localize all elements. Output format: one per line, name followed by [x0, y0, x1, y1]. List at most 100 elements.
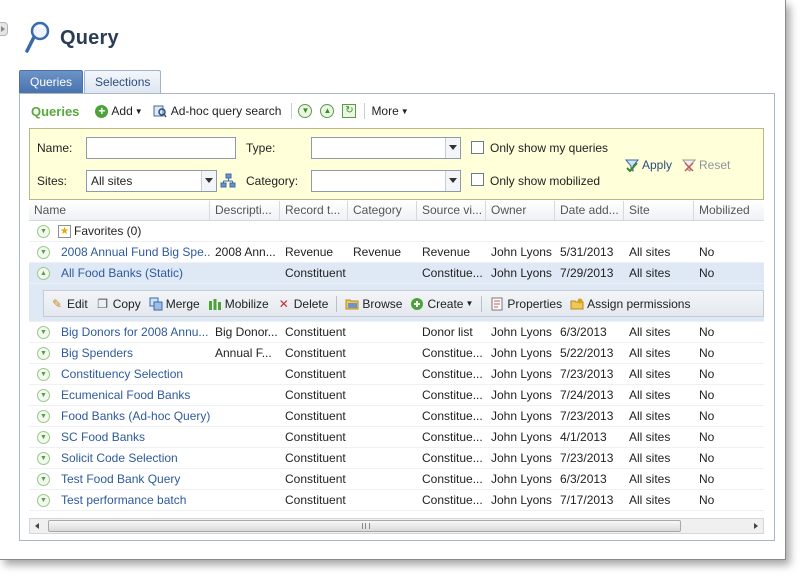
collapse-icon[interactable]: ▲: [37, 266, 50, 280]
column-header-source-view[interactable]: Source vi...: [417, 201, 486, 221]
cell-name[interactable]: 2008 Annual Fund Big Spe...: [58, 245, 210, 259]
column-header-mobilized[interactable]: Mobilized: [694, 201, 764, 221]
site-hierarchy-icon[interactable]: [220, 173, 236, 189]
row-toggle-cell: ▲: [29, 266, 58, 280]
cell-owner: John Lyons: [491, 388, 552, 402]
only-mobilized-checkbox[interactable]: [471, 173, 484, 186]
column-header-owner[interactable]: Owner: [486, 201, 555, 221]
create-button[interactable]: Create ▼: [410, 297, 473, 311]
expand-icon[interactable]: ▼: [37, 472, 50, 486]
type-select[interactable]: [311, 137, 461, 159]
table-row[interactable]: ▼ SC Food Banks Constituent Constitue... Joh…: [29, 427, 764, 448]
action-toolbar: ✎ Edit ❐ Copy Merge Mobilize ✕ Delete Br…: [43, 290, 764, 317]
cell-name[interactable]: Big Spenders: [58, 346, 210, 360]
create-icon: [410, 297, 424, 311]
reset-button[interactable]: Reset: [681, 158, 730, 172]
rows-top: ▼ 2008 Annual Fund Big Spe... 2008 Ann... R…: [29, 242, 764, 284]
mobilize-button[interactable]: Mobilize: [208, 297, 269, 311]
row-toggle-cell: ▼: [29, 493, 58, 507]
cell-name[interactable]: All Food Banks (Static): [58, 266, 210, 280]
dropdown-arrow-icon[interactable]: [445, 171, 460, 191]
cell-name[interactable]: Ecumenical Food Banks: [58, 388, 210, 402]
column-header-date-added[interactable]: Date add...: [555, 201, 624, 221]
collapse-arrow-icon[interactable]: [0, 22, 8, 36]
expand-icon[interactable]: ▼: [37, 245, 50, 259]
properties-button[interactable]: Properties: [490, 297, 562, 311]
cell-name[interactable]: Food Banks (Ad-hoc Query): [58, 409, 210, 423]
tab-queries[interactable]: Queries: [19, 70, 84, 93]
delete-button[interactable]: ✕ Delete: [277, 297, 329, 311]
column-header-site[interactable]: Site: [624, 201, 694, 221]
edit-button[interactable]: ✎ Edit: [50, 297, 88, 311]
expand-icon[interactable]: ▼: [37, 325, 50, 339]
expand-icon[interactable]: ▼: [37, 346, 50, 360]
favorites-row[interactable]: ▼ ★ Favorites (0): [29, 221, 764, 242]
column-header-record-type[interactable]: Record t...: [280, 201, 348, 221]
expand-icon[interactable]: ▼: [37, 388, 50, 402]
merge-button[interactable]: Merge: [149, 297, 200, 311]
merge-label: Merge: [165, 296, 200, 311]
add-button[interactable]: + Add ▼: [95, 104, 143, 118]
table-row[interactable]: ▼ Test performance batch Constituent Consti…: [29, 490, 764, 511]
category-select[interactable]: [311, 170, 461, 192]
cell-name[interactable]: SC Food Banks: [58, 430, 210, 444]
cell-name[interactable]: Constituency Selection: [58, 367, 210, 381]
scroll-right-icon[interactable]: [748, 519, 763, 533]
table-row[interactable]: ▼ 2008 Annual Fund Big Spe... 2008 Ann... R…: [29, 242, 764, 263]
name-input[interactable]: [86, 137, 236, 159]
assign-permissions-button[interactable]: Assign permissions: [570, 297, 690, 311]
tab-selections[interactable]: Selections: [84, 70, 162, 93]
expand-icon[interactable]: ▼: [37, 409, 50, 423]
table-row[interactable]: ▼ Food Banks (Ad-hoc Query) Constituent Con…: [29, 406, 764, 427]
row-toggle-cell: ▼: [29, 430, 58, 444]
table-row[interactable]: ▼ Solicit Code Selection Constituent Consti…: [29, 448, 764, 469]
expand-icon[interactable]: ▼: [37, 224, 50, 238]
cell-record-type: Constituent: [285, 266, 346, 280]
cell-owner: John Lyons: [491, 493, 552, 507]
copy-button[interactable]: ❐ Copy: [96, 296, 140, 311]
cell-owner: John Lyons: [491, 367, 552, 381]
table-row[interactable]: ▼ Big Donors for 2008 Annu... Big Donor...…: [29, 322, 764, 343]
dropdown-arrow-icon[interactable]: [201, 171, 216, 191]
sites-select[interactable]: All sites: [86, 170, 217, 192]
expand-icon[interactable]: ▼: [37, 367, 50, 381]
collapse-all-icon[interactable]: ▲: [320, 104, 335, 118]
refresh-icon[interactable]: ↻: [342, 104, 357, 118]
cell-mobilized: No: [699, 346, 715, 360]
column-header-name[interactable]: Name: [29, 201, 210, 221]
favorites-star-icon: ★: [58, 224, 71, 238]
more-button[interactable]: More ▼: [371, 104, 408, 118]
cell-name[interactable]: Big Donors for 2008 Annu...: [58, 325, 210, 339]
cell-record-type: Constituent: [285, 325, 346, 339]
cell-name[interactable]: Test Food Bank Query: [58, 472, 210, 486]
cell-site: All sites: [629, 430, 671, 444]
only-my-queries-checkbox[interactable]: [471, 141, 484, 154]
table-row[interactable]: ▲ All Food Banks (Static) Constituent Const…: [29, 263, 764, 284]
cell-date-added: 7/29/2013: [560, 266, 614, 280]
apply-button[interactable]: Apply: [624, 158, 672, 172]
expand-icon[interactable]: ▼: [37, 430, 50, 444]
table-row[interactable]: ▼ Constituency Selection Constituent Consti…: [29, 364, 764, 385]
name-label: Name:: [37, 141, 73, 155]
delete-label: Delete: [293, 296, 329, 311]
cell-date-added: 6/3/2013: [560, 472, 607, 486]
expand-icon[interactable]: ▼: [37, 451, 50, 465]
queries-grid: Name Descripti... Record t... Category S…: [29, 201, 764, 517]
table-row[interactable]: ▼ Test Food Bank Query Constituent Constitu…: [29, 469, 764, 490]
column-header-description[interactable]: Descripti...: [210, 201, 280, 221]
cell-name[interactable]: Solicit Code Selection: [58, 451, 210, 465]
column-header-category[interactable]: Category: [348, 201, 417, 221]
scrollbar-grip-icon: [362, 523, 370, 529]
cell-name[interactable]: Test performance batch: [58, 493, 210, 507]
expand-icon[interactable]: ▼: [37, 493, 50, 507]
horizontal-scrollbar[interactable]: [29, 518, 764, 534]
scrollbar-thumb[interactable]: [48, 520, 681, 532]
adhoc-query-search-button[interactable]: Ad-hoc query search: [153, 104, 281, 118]
table-row[interactable]: ▼ Big Spenders Annual F... Constituent Const…: [29, 343, 764, 364]
dropdown-arrow-icon[interactable]: [445, 138, 460, 158]
table-row[interactable]: ▼ Ecumenical Food Banks Constituent Constit…: [29, 385, 764, 406]
browse-button[interactable]: Browse: [345, 297, 402, 311]
copy-icon: ❐: [97, 296, 109, 311]
expand-all-icon[interactable]: ▼: [298, 104, 313, 118]
scroll-left-icon[interactable]: [30, 519, 45, 533]
